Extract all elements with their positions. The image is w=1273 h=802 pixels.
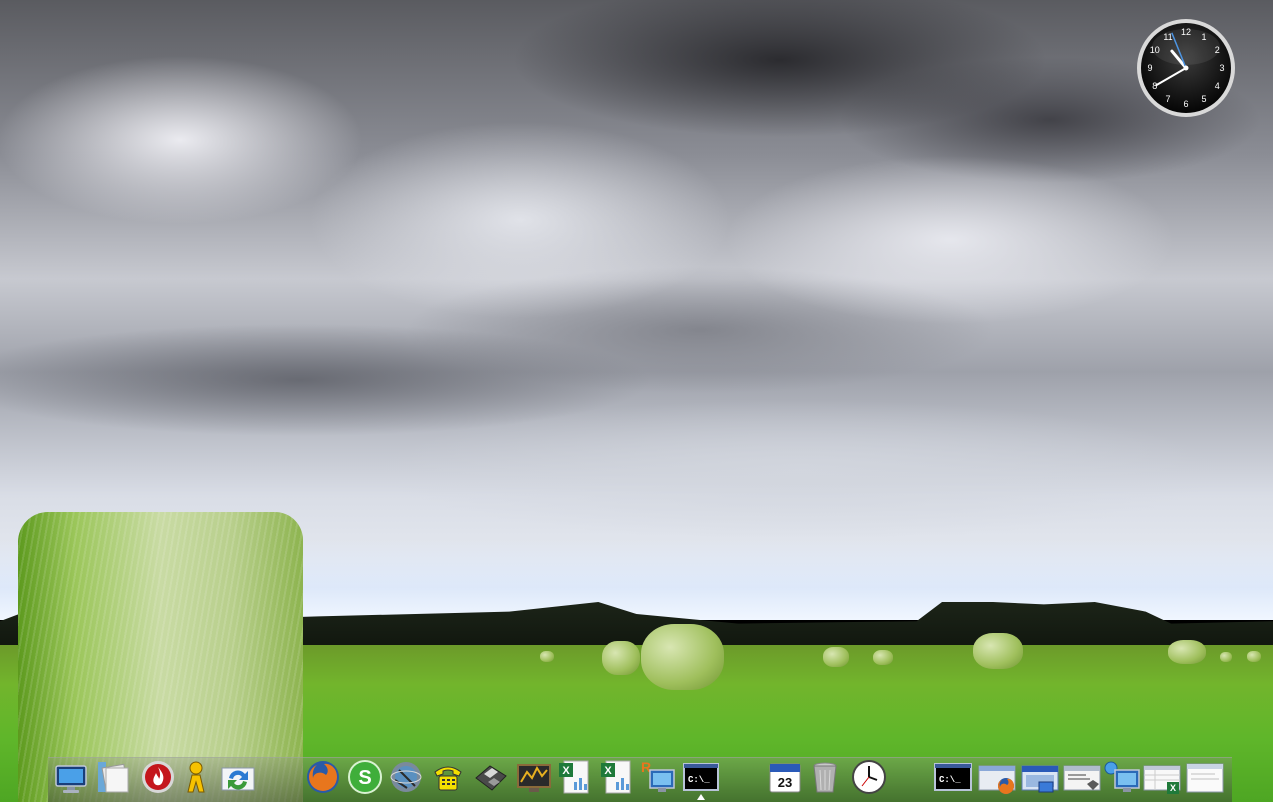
firefox-window-icon[interactable] — [976, 758, 1018, 796]
command-prompt-window-label: C:\_ — [939, 775, 961, 785]
excel-spreadsheet-icon[interactable]: X — [598, 758, 636, 796]
command-prompt-label: C:\_ — [688, 775, 710, 785]
fire-app-icon[interactable] — [139, 758, 177, 796]
clock-numeral: 5 — [1201, 94, 1206, 104]
calendar-date: 23 — [778, 775, 792, 790]
excel-window-icon[interactable]: X — [1141, 758, 1183, 796]
aim-buddy-icon[interactable] — [177, 758, 215, 796]
computer-network-icon[interactable] — [1102, 758, 1142, 796]
phone-icon[interactable] — [429, 758, 467, 796]
svg-text:S: S — [358, 767, 371, 789]
hay-bale — [1220, 652, 1232, 662]
skype-icon[interactable]: S — [346, 758, 384, 796]
hay-bale — [973, 633, 1023, 669]
hay-bale — [1247, 651, 1261, 662]
svg-text:X: X — [1170, 783, 1176, 793]
clock-face: 121234567891011 — [1137, 19, 1235, 117]
clock-widget[interactable]: 121234567891011 — [1135, 17, 1237, 119]
desktop-monitor-icon[interactable] — [52, 758, 90, 796]
sync-arrows-icon[interactable] — [219, 758, 257, 796]
clock-numeral: 8 — [1152, 81, 1157, 91]
svg-text:X: X — [604, 765, 612, 777]
dialog-window-icon[interactable] — [1061, 758, 1103, 796]
clock-numeral: 7 — [1165, 94, 1170, 104]
app-window-icon[interactable] — [1019, 758, 1061, 796]
globe-tool-icon[interactable] — [387, 758, 425, 796]
clock-numeral: 4 — [1215, 81, 1220, 91]
desktop[interactable]: 121234567891011 S — [0, 0, 1273, 802]
calendar-icon[interactable]: 23 — [766, 758, 804, 796]
clock-numeral: 3 — [1219, 63, 1224, 73]
documents-folder-icon[interactable] — [94, 758, 132, 796]
trash-can-icon[interactable] — [806, 758, 844, 796]
clock-numeral: 6 — [1183, 99, 1188, 109]
svg-text:X: X — [562, 765, 570, 777]
excel-spreadsheet-icon[interactable]: X — [556, 758, 594, 796]
remote-desktop-icon[interactable]: R — [640, 758, 678, 796]
hay-bale — [602, 641, 640, 675]
hay-bale — [540, 651, 554, 662]
system-monitor-icon[interactable] — [515, 758, 553, 796]
command-prompt-icon[interactable]: C:\_ — [682, 758, 720, 796]
active-app-indicator — [697, 794, 705, 800]
hay-bale — [823, 647, 849, 667]
blank-window-icon[interactable] — [1184, 758, 1226, 796]
hay-bale — [1168, 640, 1206, 664]
hay-bale — [873, 650, 893, 665]
analog-clock-icon[interactable] — [850, 758, 888, 796]
command-prompt-window-icon[interactable]: C:\_ — [932, 758, 974, 796]
floppy-disk-icon[interactable] — [472, 758, 510, 796]
firefox-icon[interactable] — [304, 758, 342, 796]
hay-bale — [641, 624, 724, 690]
clock-numeral: 9 — [1147, 63, 1152, 73]
